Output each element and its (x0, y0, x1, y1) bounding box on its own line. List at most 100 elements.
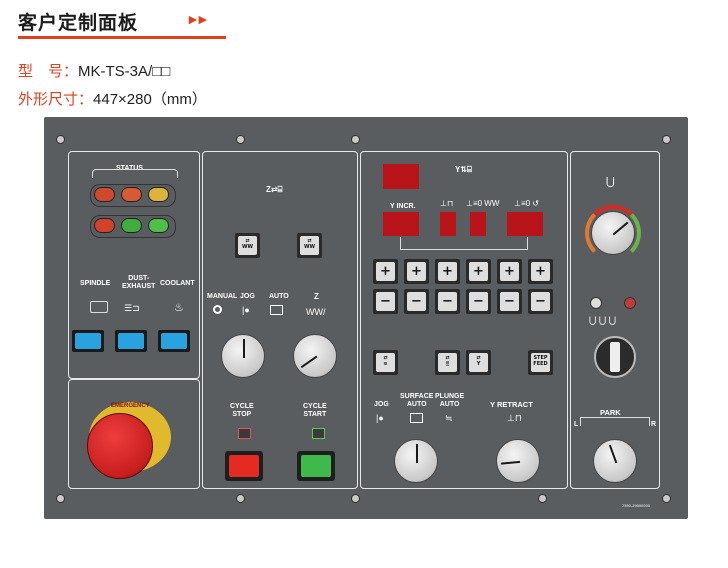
jog-mode-icon: |● (242, 305, 250, 315)
mode-jog-label: JOG (240, 293, 255, 300)
screw-icon (351, 494, 360, 503)
screw-icon (56, 135, 65, 144)
control-panel: STATUS SPINDLE DUST- EXHAUST COOLANT ☰⊐ ♨… (44, 117, 688, 519)
auto-mode-icon (270, 305, 283, 315)
screw-icon (236, 494, 245, 503)
cycle-start-button[interactable] (297, 451, 335, 481)
mode-selector-knob[interactable] (221, 334, 265, 378)
led-display-top (383, 164, 419, 189)
screw-icon (538, 494, 547, 503)
cycle-stop-indicator (238, 428, 251, 439)
minus-key-1[interactable]: − (373, 289, 398, 314)
y-axis-icon: Y⇅⌸ (455, 165, 472, 174)
led-display-y-incr (383, 212, 419, 236)
surface-icon (410, 413, 423, 423)
spindle-label: SPINDLE (80, 280, 111, 287)
func-key-2[interactable]: ⇄ ≣ (435, 350, 460, 375)
dust-icon: ☰⊐ (124, 303, 140, 313)
spindle-load-icon: ⋃ (606, 176, 616, 188)
mode-auto-label: AUTO (269, 293, 289, 300)
estop-label: EMERGENCY (111, 403, 150, 409)
cycle-start-label: CYCLE START (303, 403, 327, 418)
z-jog-key[interactable]: ⇄ WW (297, 233, 322, 258)
mode-manual-label: MANUAL (207, 293, 238, 300)
y-retract-label: Y RETRACT (490, 400, 533, 409)
lamp-frame (90, 215, 176, 238)
plus-key-4[interactable]: + (466, 259, 491, 284)
minus-key-4[interactable]: − (466, 289, 491, 314)
z-label: Z (314, 292, 319, 301)
axis-mode-knob[interactable] (394, 439, 438, 483)
coolant-icon: ♨ (174, 302, 184, 314)
minus-key-6[interactable]: − (528, 289, 553, 314)
y-retract-knob[interactable] (496, 439, 540, 483)
spindle-jog-key[interactable]: ⇄ WW (235, 233, 260, 258)
spindle-button[interactable] (72, 330, 104, 352)
park-bracket (580, 417, 650, 426)
surface-auto-label: SURFACE AUTO (400, 393, 434, 408)
led-display-3 (470, 212, 486, 236)
led-display-2 (440, 212, 456, 236)
z-feed-icon: Z⇄⌸ (266, 185, 283, 194)
minus-key-5[interactable]: − (497, 289, 522, 314)
spindle-load-knob[interactable] (591, 211, 635, 255)
size-label: 外形尺寸： (18, 91, 94, 108)
func-key-3[interactable]: ⇄ Y (466, 350, 491, 375)
led-display-4 (507, 212, 543, 236)
title-underline (18, 36, 226, 39)
z-speed-icon: WW/ (306, 307, 326, 317)
model-row: 型 号：MK-TS-3A/□□ (18, 60, 170, 81)
coolant-label: COOLANT (160, 280, 195, 287)
led-connectors (400, 237, 528, 250)
plus-key-1[interactable]: + (373, 259, 398, 284)
cycle-stop-button[interactable] (225, 451, 263, 481)
screw-icon (662, 494, 671, 503)
model-value: MK-TS-3A/□□ (78, 63, 171, 80)
plus-key-5[interactable]: + (497, 259, 522, 284)
estop-button[interactable] (87, 413, 153, 479)
jog-icon: |● (376, 413, 384, 423)
plus-key-3[interactable]: + (435, 259, 460, 284)
serial-number: 7550-29800000 (622, 503, 651, 508)
plunge-icon: ≒ (445, 413, 453, 423)
selector-switch[interactable] (594, 336, 636, 378)
y-retract-icon: ⊥⊓ (507, 413, 522, 423)
screw-icon (56, 494, 65, 503)
dust-exhaust-label: DUST- EXHAUST (122, 275, 156, 290)
indicator-white (590, 297, 602, 309)
y-incr-label: Y INCR. (390, 203, 416, 210)
lamp-frame (90, 184, 176, 207)
minus-key-2[interactable]: − (404, 289, 429, 314)
plus-key-6[interactable]: + (528, 259, 553, 284)
title-arrow-icon: ►► (186, 11, 210, 27)
size-row: 外形尺寸：447×280（mm） (18, 88, 207, 109)
plunge-auto-label: PLUNGE AUTO (435, 393, 465, 408)
model-label: 型 号： (18, 63, 79, 80)
park-right-label: R (651, 421, 657, 428)
park-label: PARK (600, 408, 621, 417)
y-incr-tick-icon: ⊥⊓ (440, 199, 454, 208)
dust-exhaust-button[interactable] (115, 330, 147, 352)
jog-label: JOG (374, 401, 389, 408)
indicator-red (624, 297, 636, 309)
plus-key-2[interactable]: + (404, 259, 429, 284)
spindle-icon (90, 301, 108, 313)
coolant-button[interactable] (158, 330, 190, 352)
z-speed-knob[interactable] (293, 334, 337, 378)
y-zero-icon: ⊥≡0 WW (466, 199, 500, 208)
cycle-stop-label: CYCLE STOP (230, 403, 254, 418)
park-left-label: L (574, 421, 579, 428)
manual-mode-icon (213, 305, 222, 314)
func-key-1[interactable]: ⇄ ≋ (373, 350, 398, 375)
mode-section (202, 151, 358, 489)
chuck-icons: ⋃ ⋃ ⋃ (589, 315, 617, 325)
screw-icon (236, 135, 245, 144)
minus-key-3[interactable]: − (435, 289, 460, 314)
y-zero2-icon: ⊥≡0 ↺ (514, 199, 540, 208)
cycle-start-indicator (312, 428, 325, 439)
size-value: 447×280（mm） (93, 91, 207, 108)
screw-icon (662, 135, 671, 144)
screw-icon (351, 135, 360, 144)
step-feed-key[interactable]: STEP FEED (528, 350, 553, 375)
park-knob[interactable] (593, 439, 637, 483)
